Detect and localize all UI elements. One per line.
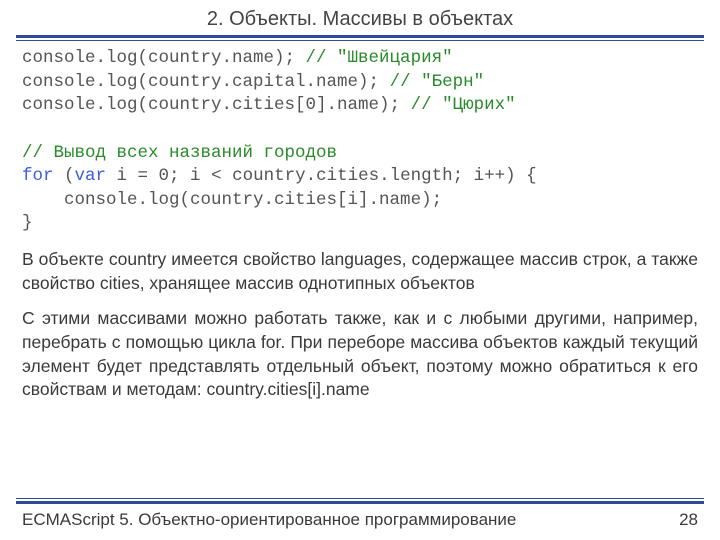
footer-text: ECMAScript 5. Объектно-ориентированное п… — [22, 510, 516, 530]
page-title: 2. Объекты. Массивы в объектах — [0, 0, 720, 31]
divider-bottom-thin — [16, 498, 704, 499]
code-block: console.log(country.name); // "Швейцария… — [22, 47, 698, 236]
paragraph-1: В объекте country имеется свойство langu… — [22, 248, 698, 295]
page-number: 28 — [679, 510, 698, 530]
code-text: console.log(country.name); — [22, 48, 306, 68]
divider-top-thick — [16, 35, 704, 38]
code-keyword: for — [22, 166, 54, 186]
code-keyword: var — [75, 166, 107, 186]
code-comment: // "Цюрих" — [411, 95, 516, 115]
content-area: console.log(country.name); // "Швейцария… — [0, 41, 720, 402]
divider-bottom-thick — [16, 501, 704, 504]
paragraph-2: С этими массивами можно работать также, … — [22, 307, 698, 402]
code-text: console.log(country.capital.name); — [22, 72, 390, 92]
code-text: console.log(country.cities[0].name); — [22, 95, 411, 115]
code-comment: // Вывод всех названий городов — [22, 143, 337, 163]
footer: ECMAScript 5. Объектно-ориентированное п… — [0, 510, 720, 530]
slide: 2. Объекты. Массивы в объектах console.l… — [0, 0, 720, 540]
footer-wrap: ECMAScript 5. Объектно-ориентированное п… — [0, 498, 720, 530]
code-text: } — [22, 213, 33, 233]
code-text: i = 0; i < country.cities.length; i++) { — [106, 166, 537, 186]
code-comment: // "Швейцария" — [306, 48, 453, 68]
code-text: console.log(country.cities[i].name); — [22, 190, 442, 210]
code-comment: // "Берн" — [390, 72, 485, 92]
code-text: ( — [54, 166, 75, 186]
